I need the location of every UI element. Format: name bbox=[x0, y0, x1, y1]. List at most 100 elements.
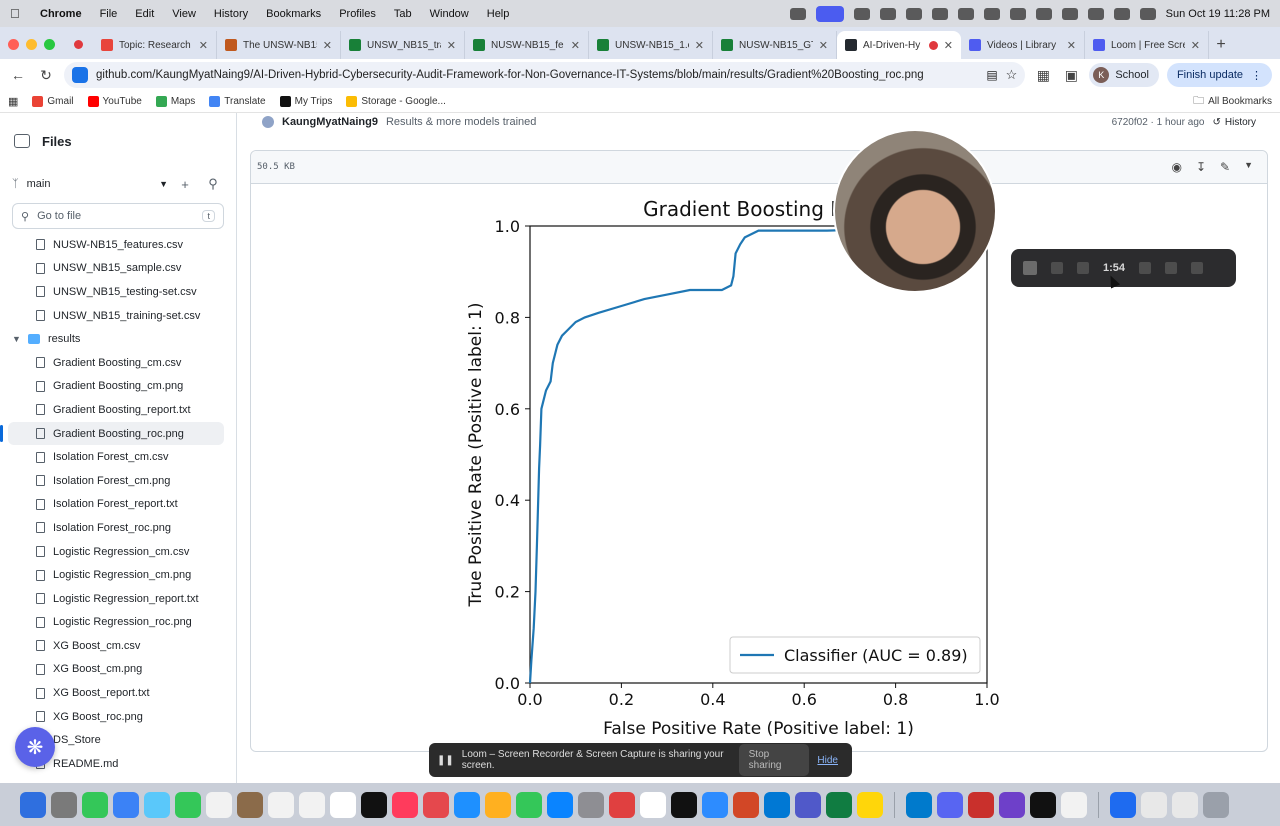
bookmark-star-icon[interactable]: ☆ bbox=[1006, 67, 1018, 83]
file-tree-item[interactable]: Gradient Boosting_cm.png bbox=[0, 375, 236, 399]
file-tree-item[interactable]: Gradient Boosting_cm.csv bbox=[0, 351, 236, 375]
dock-app-icon[interactable] bbox=[826, 791, 852, 818]
tab-search-icon[interactable]: ▣ bbox=[1061, 65, 1081, 85]
dock-app-icon[interactable] bbox=[1203, 791, 1229, 818]
dock-app-icon[interactable] bbox=[144, 791, 170, 818]
zoom-window-button[interactable] bbox=[44, 38, 55, 50]
close-tab-icon[interactable]: ✕ bbox=[819, 39, 828, 52]
close-window-button[interactable] bbox=[8, 38, 19, 50]
dock-app-icon[interactable] bbox=[764, 791, 790, 818]
dock-app-icon[interactable] bbox=[578, 791, 604, 818]
stop-recording-button[interactable] bbox=[1023, 261, 1037, 275]
dock-app-icon[interactable] bbox=[237, 791, 263, 818]
dock-app-icon[interactable] bbox=[516, 791, 542, 818]
menu-window[interactable]: Window bbox=[430, 8, 469, 20]
go-to-file-input[interactable]: ⚲ Go to file t bbox=[12, 203, 224, 229]
extensions-icon[interactable]: ▦ bbox=[1033, 65, 1053, 85]
shield-icon[interactable] bbox=[853, 7, 870, 20]
copilot-icon[interactable]: ◉ bbox=[1171, 160, 1181, 174]
file-tree-item[interactable]: Isolation Forest_cm.csv bbox=[0, 445, 236, 469]
folder-results[interactable]: ▼ results bbox=[0, 327, 236, 351]
close-tab-icon[interactable]: ✕ bbox=[695, 39, 704, 52]
dock-app-icon[interactable] bbox=[51, 791, 77, 818]
file-tree-item[interactable]: NUSW-NB15_features.csv bbox=[0, 233, 236, 257]
menu-view[interactable]: View bbox=[172, 8, 196, 20]
browser-tab[interactable]: Videos | Library ✕ bbox=[961, 31, 1085, 59]
dock-app-icon[interactable] bbox=[20, 791, 46, 818]
dock-app-icon[interactable] bbox=[906, 791, 932, 818]
window-icon[interactable] bbox=[1035, 7, 1052, 20]
control-center-icon[interactable] bbox=[1139, 7, 1156, 20]
screen-record-icon[interactable] bbox=[815, 5, 844, 22]
car-icon[interactable] bbox=[1009, 7, 1026, 20]
collapse-sidebar-icon[interactable] bbox=[14, 134, 30, 148]
all-bookmarks-button[interactable]: 🗀 All Bookmarks bbox=[1193, 92, 1272, 111]
zoom-icon[interactable] bbox=[905, 7, 922, 20]
pause-button[interactable] bbox=[1051, 262, 1063, 274]
browser-tab[interactable]: Loom | Free Scre ✕ bbox=[1085, 31, 1209, 59]
dock-app-icon[interactable] bbox=[609, 791, 635, 818]
search-icon[interactable] bbox=[1113, 7, 1130, 20]
back-button[interactable]: ← bbox=[8, 65, 28, 85]
dock-app-icon[interactable] bbox=[113, 791, 139, 818]
browser-tab[interactable]: The UNSW-NB15 ✕ bbox=[217, 31, 341, 59]
history-button[interactable]: ↺ History bbox=[1212, 117, 1256, 128]
add-file-button[interactable]: + bbox=[174, 173, 196, 195]
battery-icon[interactable] bbox=[1061, 7, 1078, 20]
dock-app-icon[interactable] bbox=[795, 791, 821, 818]
file-tree-item[interactable]: XG Boost_cm.png bbox=[0, 658, 236, 682]
weather-icon[interactable] bbox=[879, 7, 896, 20]
dock-app-icon[interactable] bbox=[485, 791, 511, 818]
bookmark-item[interactable]: My Trips bbox=[279, 96, 332, 107]
menu-tab[interactable]: Tab bbox=[394, 8, 412, 20]
site-info-icon[interactable] bbox=[72, 67, 88, 83]
file-tree-item[interactable]: Logistic Regression_cm.png bbox=[0, 563, 236, 587]
dock-app-icon[interactable] bbox=[175, 791, 201, 818]
dock-app-icon[interactable] bbox=[702, 791, 728, 818]
browser-tab[interactable]: NUSW-NB15_GT ✕ bbox=[713, 31, 837, 59]
dock-app-icon[interactable] bbox=[423, 791, 449, 818]
browser-tab[interactable]: NUSW-NB15_fe ✕ bbox=[465, 31, 589, 59]
branch-selector[interactable]: ᛉ main ▼ bbox=[12, 171, 168, 197]
browser-tab[interactable]: UNSW_NB15_tra ✕ bbox=[341, 31, 465, 59]
file-tree-item[interactable]: UNSW_NB15_training-set.csv bbox=[0, 304, 236, 328]
dock-app-icon[interactable] bbox=[671, 791, 697, 818]
close-tab-icon[interactable]: ✕ bbox=[323, 39, 332, 52]
file-tree-item[interactable]: Gradient Boosting_roc.png bbox=[0, 421, 224, 446]
dock-app-icon[interactable] bbox=[1141, 791, 1167, 818]
menu-file[interactable]: File bbox=[100, 8, 118, 20]
menu-history[interactable]: History bbox=[214, 8, 248, 20]
wifi-icon[interactable] bbox=[1087, 7, 1104, 20]
dock-app-icon[interactable] bbox=[82, 791, 108, 818]
browser-tab[interactable]: Topic: Research ✕ bbox=[93, 31, 217, 59]
apple-icon[interactable]:  bbox=[10, 6, 24, 21]
url-text[interactable]: github.com/KaungMyatNaing9/AI-Driven-Hyb… bbox=[96, 69, 978, 81]
browser-tab[interactable]: UNSW-NB15_1.c ✕ bbox=[589, 31, 713, 59]
dock-app-icon[interactable] bbox=[206, 791, 232, 818]
close-tab-icon[interactable]: ✕ bbox=[447, 39, 456, 52]
dock-app-icon[interactable] bbox=[937, 791, 963, 818]
draw-tool-button[interactable] bbox=[1139, 262, 1152, 274]
menu-bookmarks[interactable]: Bookmarks bbox=[266, 8, 321, 20]
file-tree-item[interactable]: XG Boost_report.txt bbox=[0, 681, 236, 705]
commit-message[interactable]: Results & more models trained bbox=[386, 116, 536, 128]
download-icon[interactable]: ↧ bbox=[1196, 160, 1206, 174]
puzzle-icon[interactable] bbox=[931, 7, 948, 20]
rewind-button[interactable] bbox=[1077, 262, 1089, 274]
dock-app-icon[interactable] bbox=[330, 791, 356, 818]
file-tree-item[interactable]: Gradient Boosting_report.txt bbox=[0, 398, 236, 422]
bookmark-item[interactable]: Maps bbox=[155, 96, 195, 107]
menu-profiles[interactable]: Profiles bbox=[339, 8, 376, 20]
new-tab-button[interactable]: + bbox=[1209, 31, 1233, 59]
search-button[interactable]: ⚲ bbox=[202, 173, 224, 195]
dock-app-icon[interactable] bbox=[999, 791, 1025, 818]
grid-icon[interactable] bbox=[957, 7, 974, 20]
dock-app-icon[interactable] bbox=[857, 791, 883, 818]
display-icon[interactable] bbox=[983, 7, 1000, 20]
dock-app-icon[interactable] bbox=[454, 791, 480, 818]
copilot-button[interactable]: ❋ bbox=[15, 727, 55, 767]
close-tab-icon[interactable]: ✕ bbox=[571, 39, 580, 52]
dock-app-icon[interactable] bbox=[392, 791, 418, 818]
file-tree-item[interactable]: Logistic Regression_cm.csv bbox=[0, 540, 236, 564]
bookmark-item[interactable]: Storage - Google... bbox=[346, 96, 446, 107]
